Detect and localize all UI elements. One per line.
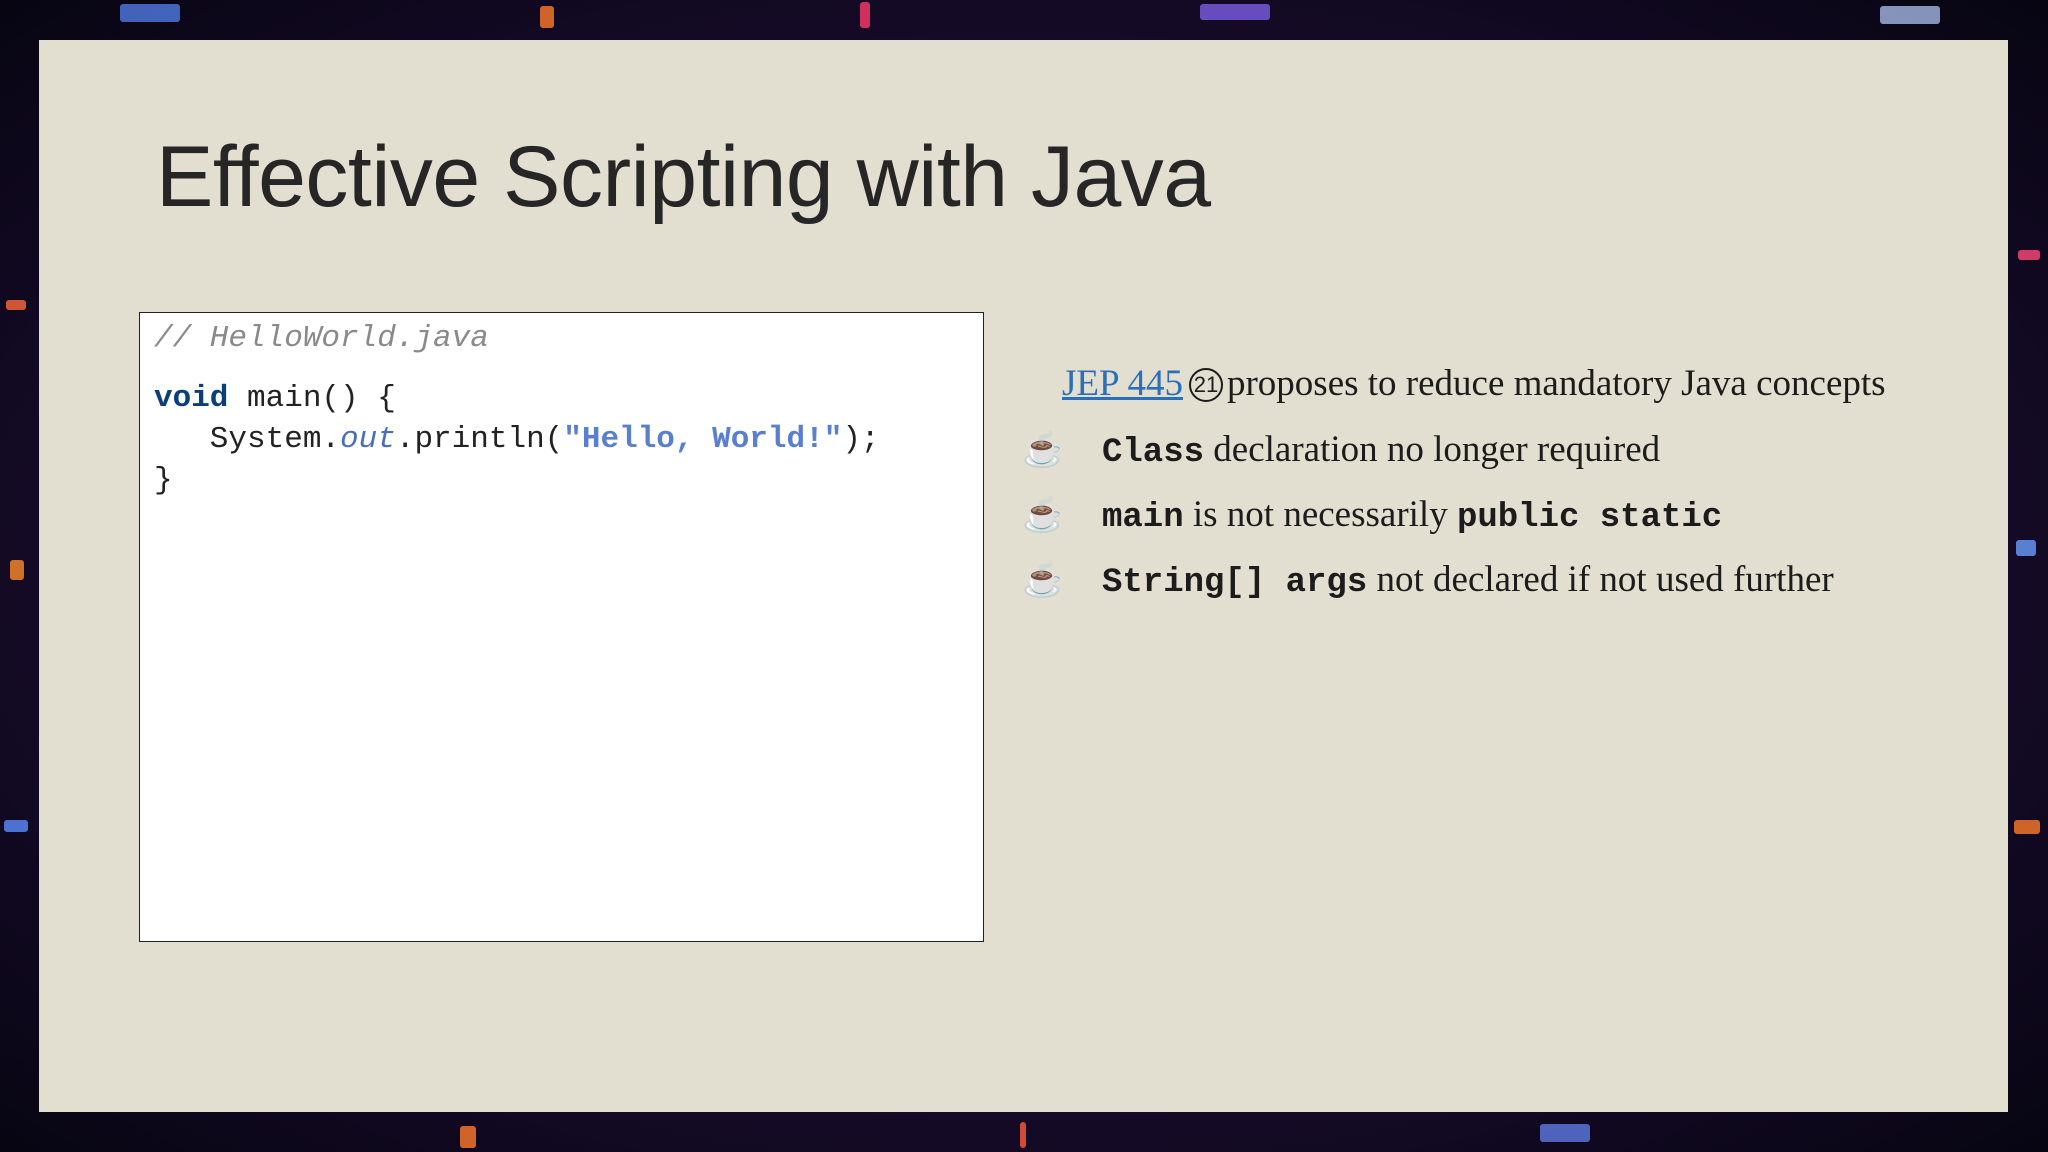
bullet-text: not declared if not used further: [1367, 559, 1834, 600]
version-21-badge: 21: [1188, 368, 1223, 402]
bullet-code-modifiers: public static: [1456, 499, 1723, 537]
code-block: // HelloWorld.java void main() { System.…: [139, 312, 984, 942]
jep-445-link[interactable]: JEP 445: [1062, 363, 1183, 404]
code-string-literal: "Hello, World!": [563, 422, 843, 457]
bullet-text: is not necessarily: [1183, 494, 1457, 535]
bullet-code: String[] args: [1102, 564, 1368, 602]
code-println: .println(: [395, 422, 564, 457]
bullet-item: ☕ Class declaration no longer required: [1022, 428, 1660, 472]
intro-line: JEP 445 21 proposes to reduce mandatory Ja…: [1062, 362, 1886, 405]
coffee-cup-icon: ☕: [1022, 562, 1065, 599]
code-main-decl: main() {: [228, 381, 396, 416]
bullet-item: ☕ String[] args not declared if not used …: [1022, 558, 1834, 602]
intro-text: proposes to reduce mandatory Java concep…: [1226, 363, 1886, 404]
bullet-item: ☕ main is not necessarily public static: [1022, 493, 1722, 537]
bullet-code: main: [1102, 499, 1184, 537]
code-line-1: void main() {: [154, 381, 396, 416]
code-field-out: out: [340, 422, 396, 457]
bullet-text: declaration no longer required: [1204, 429, 1661, 470]
code-line-end: );: [842, 422, 880, 457]
code-comment: // HelloWorld.java: [154, 321, 489, 356]
code-system: System.: [154, 422, 341, 457]
code-line-3: }: [154, 463, 173, 498]
coffee-cup-icon: ☕: [1022, 432, 1065, 469]
coffee-cup-icon: ☕: [1022, 497, 1065, 534]
bullet-code: Class: [1102, 434, 1205, 472]
code-keyword-void: void: [154, 381, 229, 416]
slide-title: Effective Scripting with Java: [156, 129, 1211, 225]
code-line-2: System.out.println("Hello, World!");: [154, 422, 880, 457]
